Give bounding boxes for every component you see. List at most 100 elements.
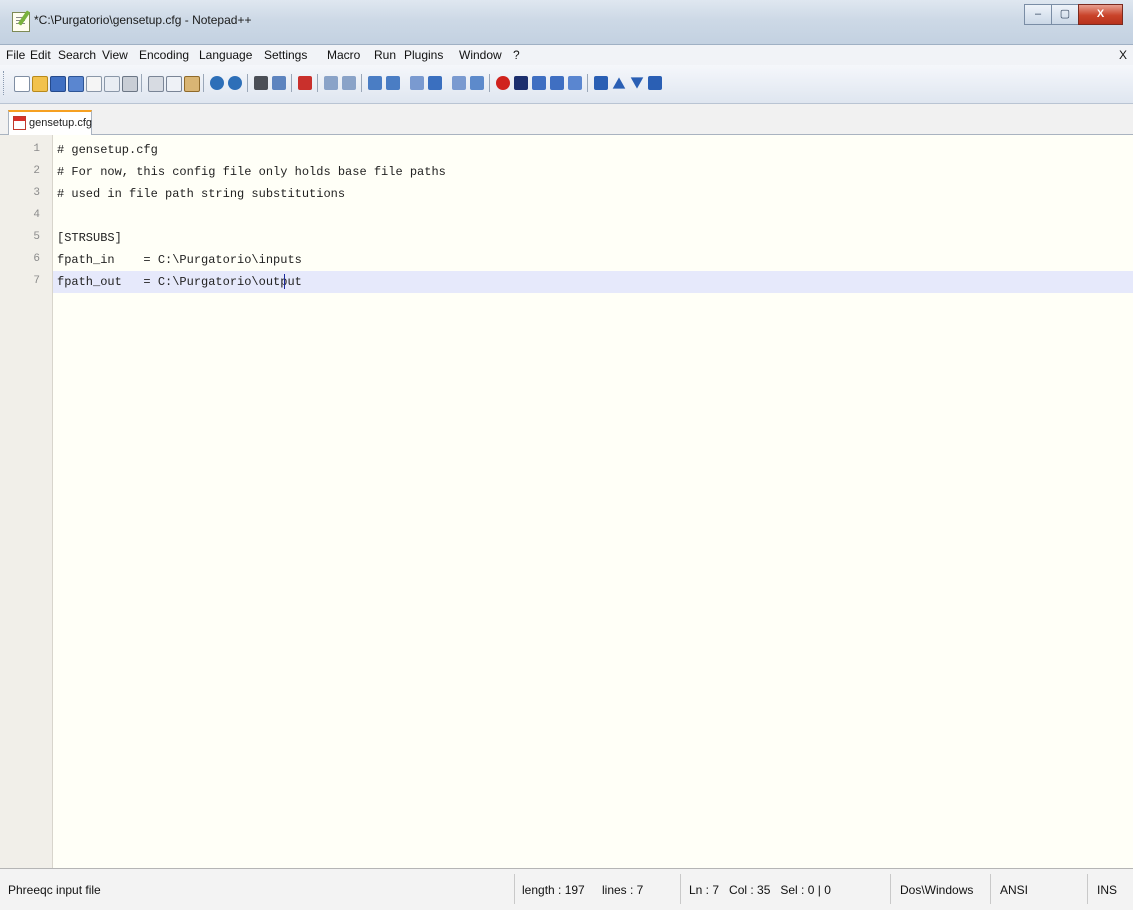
run-macro-multiple-icon[interactable] (550, 76, 564, 90)
tab-label: gensetup.cfg (29, 117, 92, 129)
zoom-in-icon[interactable] (298, 76, 312, 90)
close-document-button[interactable]: X (1119, 48, 1127, 62)
window-controls: – ▢ X (1024, 4, 1123, 25)
menu-bar: File Edit Search View Encoding Language … (0, 45, 1133, 65)
line-number: 1 (33, 143, 40, 155)
print-icon[interactable] (122, 76, 138, 92)
line-number: 6 (33, 253, 40, 265)
line-text: fpath_in = C:\Purgatorio\inputs (57, 253, 302, 267)
triangle-down-icon[interactable] (630, 77, 644, 89)
status-position: Ln : 7 Col : 35 Sel : 0 | 0 (689, 883, 831, 897)
show-all-chars-icon[interactable] (410, 76, 424, 90)
word-wrap-icon[interactable] (386, 76, 400, 90)
status-encoding: ANSI (1000, 883, 1029, 897)
editor-line[interactable]: 3 # used in file path string substitutio… (0, 183, 1133, 205)
editor-line[interactable]: 2 # For now, this config file only holds… (0, 161, 1133, 183)
toolbar-separator (489, 74, 490, 92)
status-eol: Dos\Windows (900, 883, 974, 897)
editor-line-current[interactable]: 7 fpath_out = C:\Purgatorio\output (33, 271, 1133, 293)
status-separator (514, 874, 515, 904)
save-icon[interactable] (50, 76, 66, 92)
toolbar-separator (247, 74, 248, 92)
menu-file[interactable]: File (6, 48, 25, 62)
close-all-icon[interactable] (104, 76, 120, 92)
paste-icon[interactable] (184, 76, 200, 92)
toolbar (0, 65, 1133, 104)
line-text: fpath_out = C:\Purgatorio\output (57, 275, 302, 289)
play-macro-icon[interactable] (532, 76, 546, 90)
menu-language[interactable]: Language (199, 48, 252, 62)
status-separator (990, 874, 991, 904)
menu-macro[interactable]: Macro (327, 48, 360, 62)
menu-window[interactable]: Window (459, 48, 502, 62)
doc-list-icon[interactable] (470, 76, 484, 90)
undo-icon[interactable] (210, 76, 224, 90)
sync-vertical-icon[interactable] (342, 76, 356, 90)
menu-search[interactable]: Search (58, 48, 96, 62)
tab-bar: gensetup.cfg (0, 104, 1133, 136)
status-length: length : 197 (522, 883, 585, 897)
copy-icon[interactable] (166, 76, 182, 92)
stop-macro-icon[interactable] (514, 76, 528, 90)
toolbar-separator (203, 74, 204, 92)
doc-map-icon[interactable] (452, 76, 466, 90)
close-file-icon[interactable] (86, 76, 102, 92)
save-all-icon[interactable] (68, 76, 84, 92)
sum-alt-icon[interactable] (648, 76, 662, 90)
menu-run[interactable]: Run (374, 48, 396, 62)
window-title: *C:\Purgatorio\gensetup.cfg - Notepad++ (34, 13, 252, 27)
line-text: # used in file path string substitutions (57, 187, 346, 201)
zoom-out-icon[interactable] (324, 76, 338, 90)
title-bar: *C:\Purgatorio\gensetup.cfg - Notepad++ … (0, 0, 1133, 45)
minimize-button[interactable]: – (1024, 4, 1052, 25)
line-number: 4 (33, 209, 40, 221)
record-macro-icon[interactable] (496, 76, 510, 90)
status-insert-mode: INS (1097, 883, 1118, 897)
triangle-up-icon[interactable] (612, 77, 626, 89)
line-text: # For now, this config file only holds b… (57, 165, 446, 179)
toolbar-separator (587, 74, 588, 92)
redo-icon[interactable] (228, 76, 242, 90)
status-bar: Phreeqc input file length : 197 lines : … (0, 868, 1133, 910)
menu-encoding[interactable]: Encoding (139, 48, 189, 62)
new-file-icon[interactable] (14, 76, 30, 92)
toolbar-separator (317, 74, 318, 92)
menu-plugins[interactable]: Plugins (404, 48, 443, 62)
indent-guide-icon[interactable] (428, 76, 442, 90)
line-number: 7 (33, 275, 40, 287)
replace-icon[interactable] (272, 76, 286, 90)
text-caret (284, 274, 285, 289)
sum-icon[interactable] (594, 76, 608, 90)
line-number: 2 (33, 165, 40, 177)
editor-line[interactable]: 5 [STRSUBS] (0, 227, 1133, 249)
save-macro-icon[interactable] (568, 76, 582, 90)
editor-line[interactable]: 4 (0, 205, 1133, 227)
close-button[interactable]: X (1078, 4, 1123, 25)
editor-line[interactable]: 6 fpath_in = C:\Purgatorio\inputs (0, 249, 1133, 271)
menu-help[interactable]: ? (513, 48, 520, 62)
unsaved-file-icon (13, 116, 26, 130)
status-separator (1087, 874, 1088, 904)
maximize-button[interactable]: ▢ (1051, 4, 1079, 25)
status-separator (890, 874, 891, 904)
line-text: # gensetup.cfg (57, 143, 158, 157)
menu-settings[interactable]: Settings (264, 48, 307, 62)
status-lines: lines : 7 (602, 883, 644, 897)
menu-view[interactable]: View (102, 48, 128, 62)
cut-icon[interactable] (148, 76, 164, 92)
status-file-type: Phreeqc input file (8, 883, 101, 897)
line-number: 3 (33, 187, 40, 199)
find-icon[interactable] (254, 76, 268, 90)
open-file-icon[interactable] (32, 76, 48, 92)
tab-gensetup-cfg[interactable]: gensetup.cfg (8, 110, 92, 136)
editor-line[interactable]: 1 # gensetup.cfg (0, 139, 1133, 161)
editor-area[interactable]: 1 # gensetup.cfg 2 # For now, this confi… (0, 135, 1133, 868)
toolbar-separator (141, 74, 142, 92)
sync-horizontal-icon[interactable] (368, 76, 382, 90)
notepad-plus-plus-icon (12, 12, 30, 32)
line-text: [STRSUBS] (57, 231, 122, 245)
line-number: 5 (33, 231, 40, 243)
toolbar-grip[interactable] (3, 71, 7, 95)
toolbar-separator (361, 74, 362, 92)
menu-edit[interactable]: Edit (30, 48, 51, 62)
